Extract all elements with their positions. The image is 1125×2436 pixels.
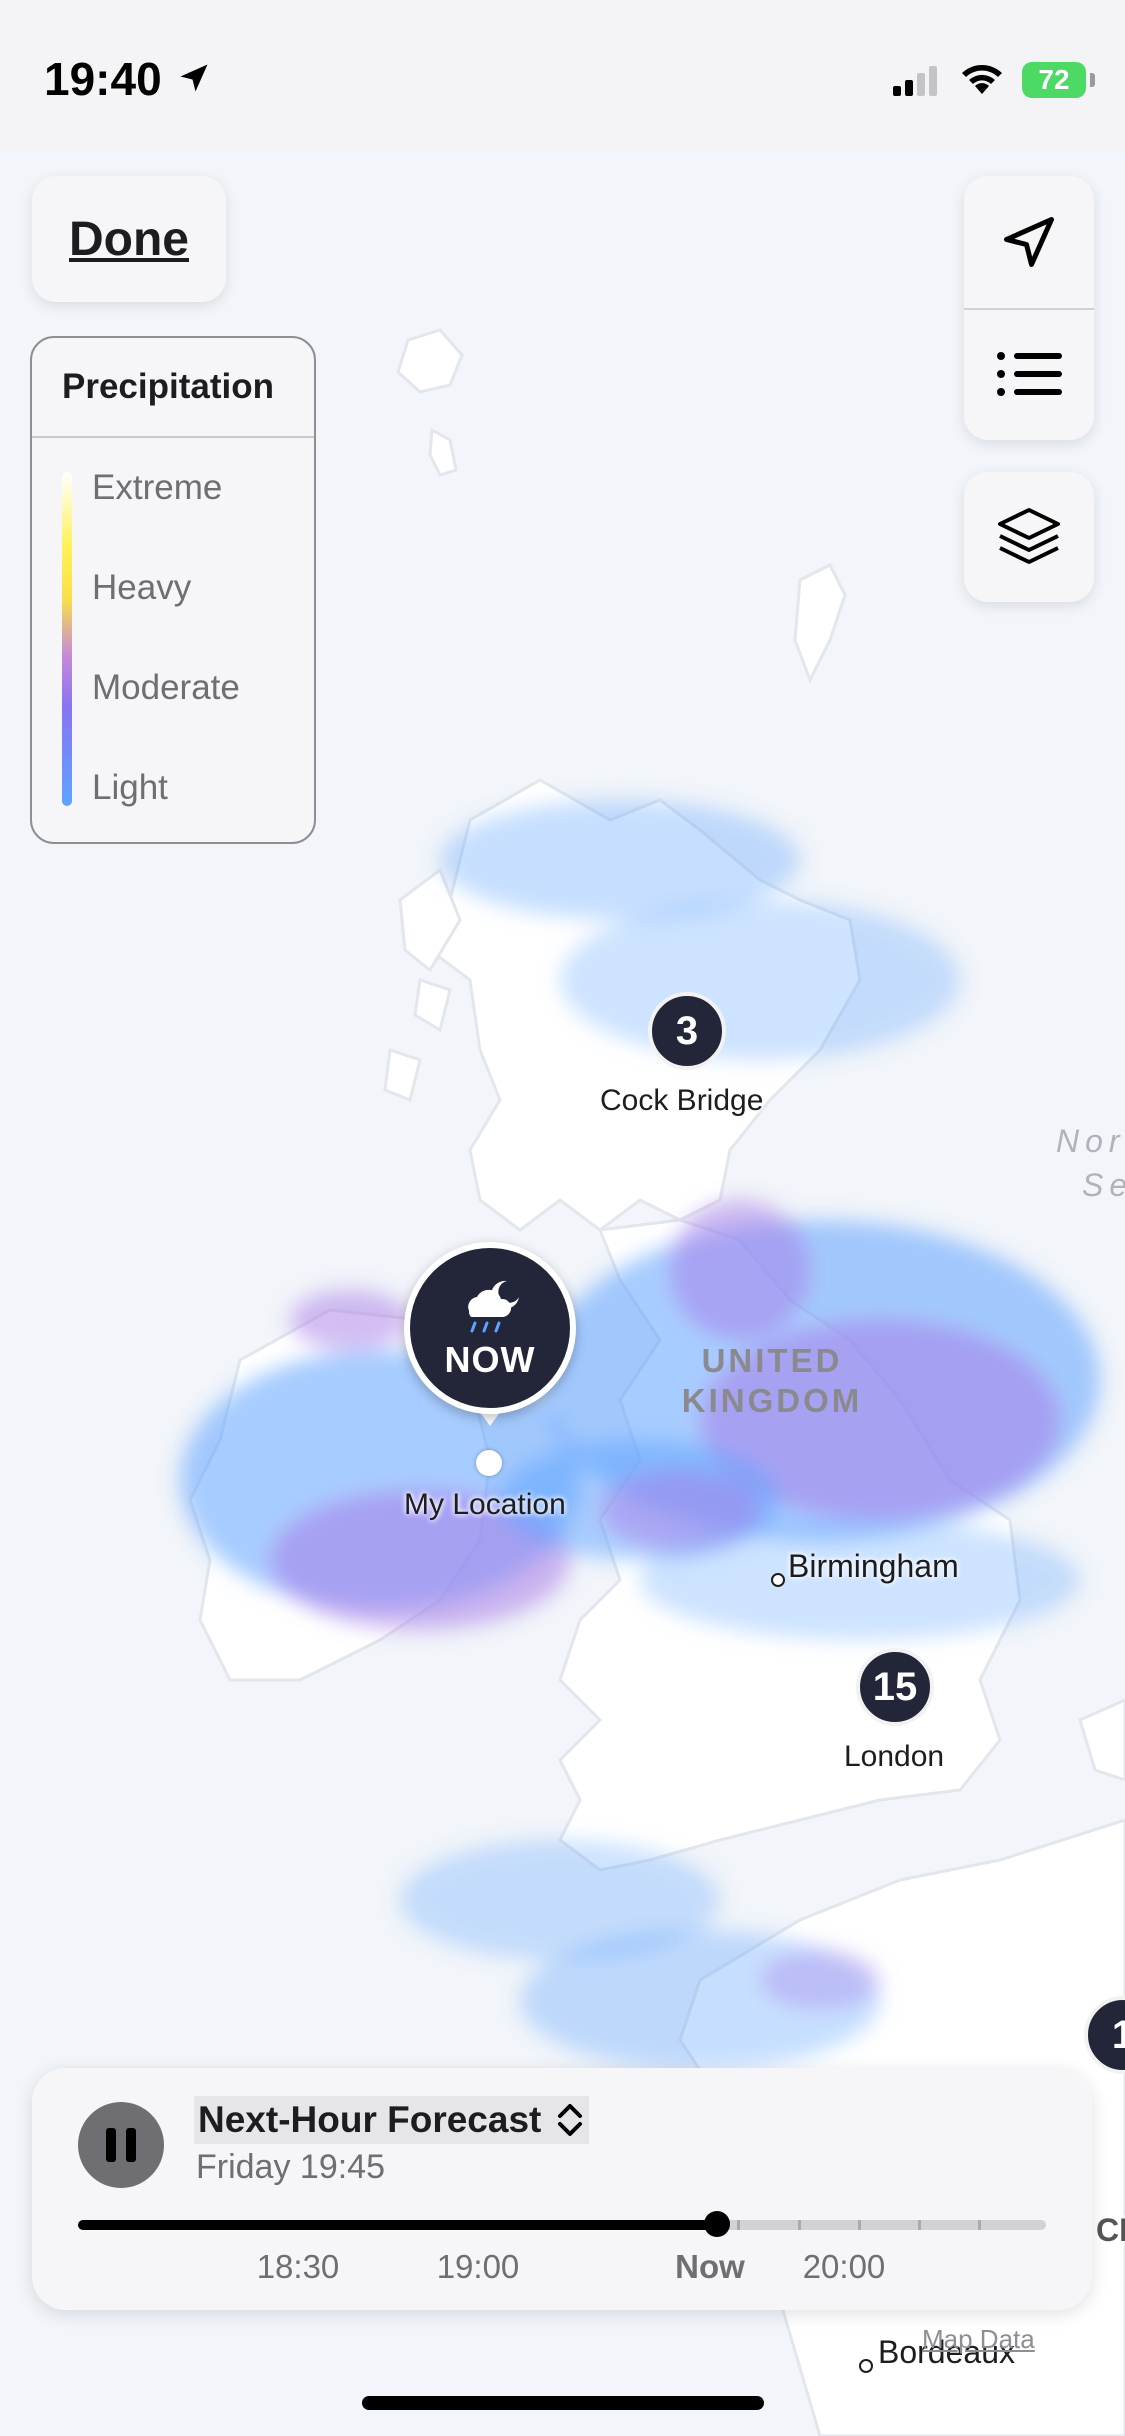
forecast-title: Next-Hour Forecast xyxy=(198,2099,542,2140)
legend-item-heavy: Heavy xyxy=(92,568,192,607)
pin-count: 1 xyxy=(1111,2012,1125,2057)
pause-button[interactable] xyxy=(78,2102,164,2188)
home-indicator[interactable] xyxy=(362,2396,764,2410)
sea-label-line2: Se xyxy=(1082,1167,1125,1203)
time-label-2000: 20:00 xyxy=(802,2248,886,2285)
timeline-tick xyxy=(737,2220,740,2230)
chevron-updown-icon xyxy=(558,2104,583,2136)
time-label-1830: 18:30 xyxy=(256,2248,340,2285)
alert-pin-london[interactable]: 15 xyxy=(856,1648,934,1726)
now-weather-pin[interactable]: NOW xyxy=(404,1242,576,1414)
legend-item-light: Light xyxy=(92,768,168,807)
forecast-selector[interactable]: Next-Hour Forecast xyxy=(194,2096,590,2144)
country-label-line1: UNITED xyxy=(702,1342,843,1379)
timeline-slider[interactable] xyxy=(78,2211,1046,2237)
layers-icon xyxy=(998,508,1060,564)
list-icon xyxy=(997,352,1062,396)
city-dot-bordeaux xyxy=(859,2359,873,2373)
location-arrow-icon xyxy=(1004,217,1054,267)
my-location-dot[interactable] xyxy=(476,1450,502,1476)
timeline-tick xyxy=(918,2220,921,2230)
status-time: 19:40 xyxy=(44,53,162,105)
pin-count: 15 xyxy=(872,1664,918,1709)
done-label: Done xyxy=(69,212,189,266)
edge-label: CE xyxy=(1096,2212,1125,2248)
precipitation-legend: Precipitation Extreme Heavy Moderate Lig… xyxy=(30,336,316,844)
legend-item-moderate: Moderate xyxy=(92,668,240,707)
current-location-button[interactable] xyxy=(964,176,1094,308)
pin-label-cock-bridge: Cock Bridge xyxy=(600,1084,764,1117)
pin-label-london: London xyxy=(844,1740,945,1773)
pin-count: 3 xyxy=(675,1008,699,1053)
map-layers-button[interactable] xyxy=(964,472,1094,602)
location-arrow-icon xyxy=(180,64,208,92)
timeline-handle[interactable] xyxy=(704,2211,730,2237)
legend-gradient-bar xyxy=(62,472,72,806)
legend-title: Precipitation xyxy=(32,338,314,438)
wifi-icon xyxy=(962,65,1002,94)
city-dot-birmingham xyxy=(771,1573,785,1587)
signal-icon xyxy=(893,66,937,96)
time-label-1900: 19:00 xyxy=(436,2248,520,2285)
timeline-tick xyxy=(978,2220,981,2230)
forecast-panel: Next-Hour Forecast Friday 19:45 18:30 19… xyxy=(32,2068,1092,2310)
status-bar: 19:40 72 xyxy=(0,0,1125,150)
timeline-tick xyxy=(798,2220,801,2230)
cloud-moon-rain-icon xyxy=(468,1280,519,1333)
pause-icon xyxy=(106,2128,136,2162)
battery-icon: 72 xyxy=(1022,62,1086,98)
battery-tip xyxy=(1090,73,1095,87)
now-label: NOW xyxy=(444,1339,536,1380)
map-control-group xyxy=(964,176,1094,440)
legend-item-extreme: Extreme xyxy=(92,468,223,507)
timeline-tick xyxy=(858,2220,861,2230)
done-button[interactable]: Done xyxy=(32,176,226,302)
time-label-now: Now xyxy=(675,2248,745,2285)
country-label-line2: KINGDOM xyxy=(682,1382,863,1419)
location-list-button[interactable] xyxy=(964,308,1094,440)
forecast-subtitle: Friday 19:45 xyxy=(196,2148,385,2186)
battery-level: 72 xyxy=(1038,64,1070,95)
my-location-label: My Location xyxy=(404,1488,566,1521)
sea-label-line1: Nor xyxy=(1056,1123,1125,1159)
city-label-birmingham[interactable]: Birmingham xyxy=(788,1548,959,1585)
alert-pin-cock-bridge[interactable]: 3 xyxy=(648,992,726,1070)
map-data-link[interactable]: Map Data xyxy=(922,2324,1035,2355)
timeline-progress xyxy=(78,2220,717,2230)
